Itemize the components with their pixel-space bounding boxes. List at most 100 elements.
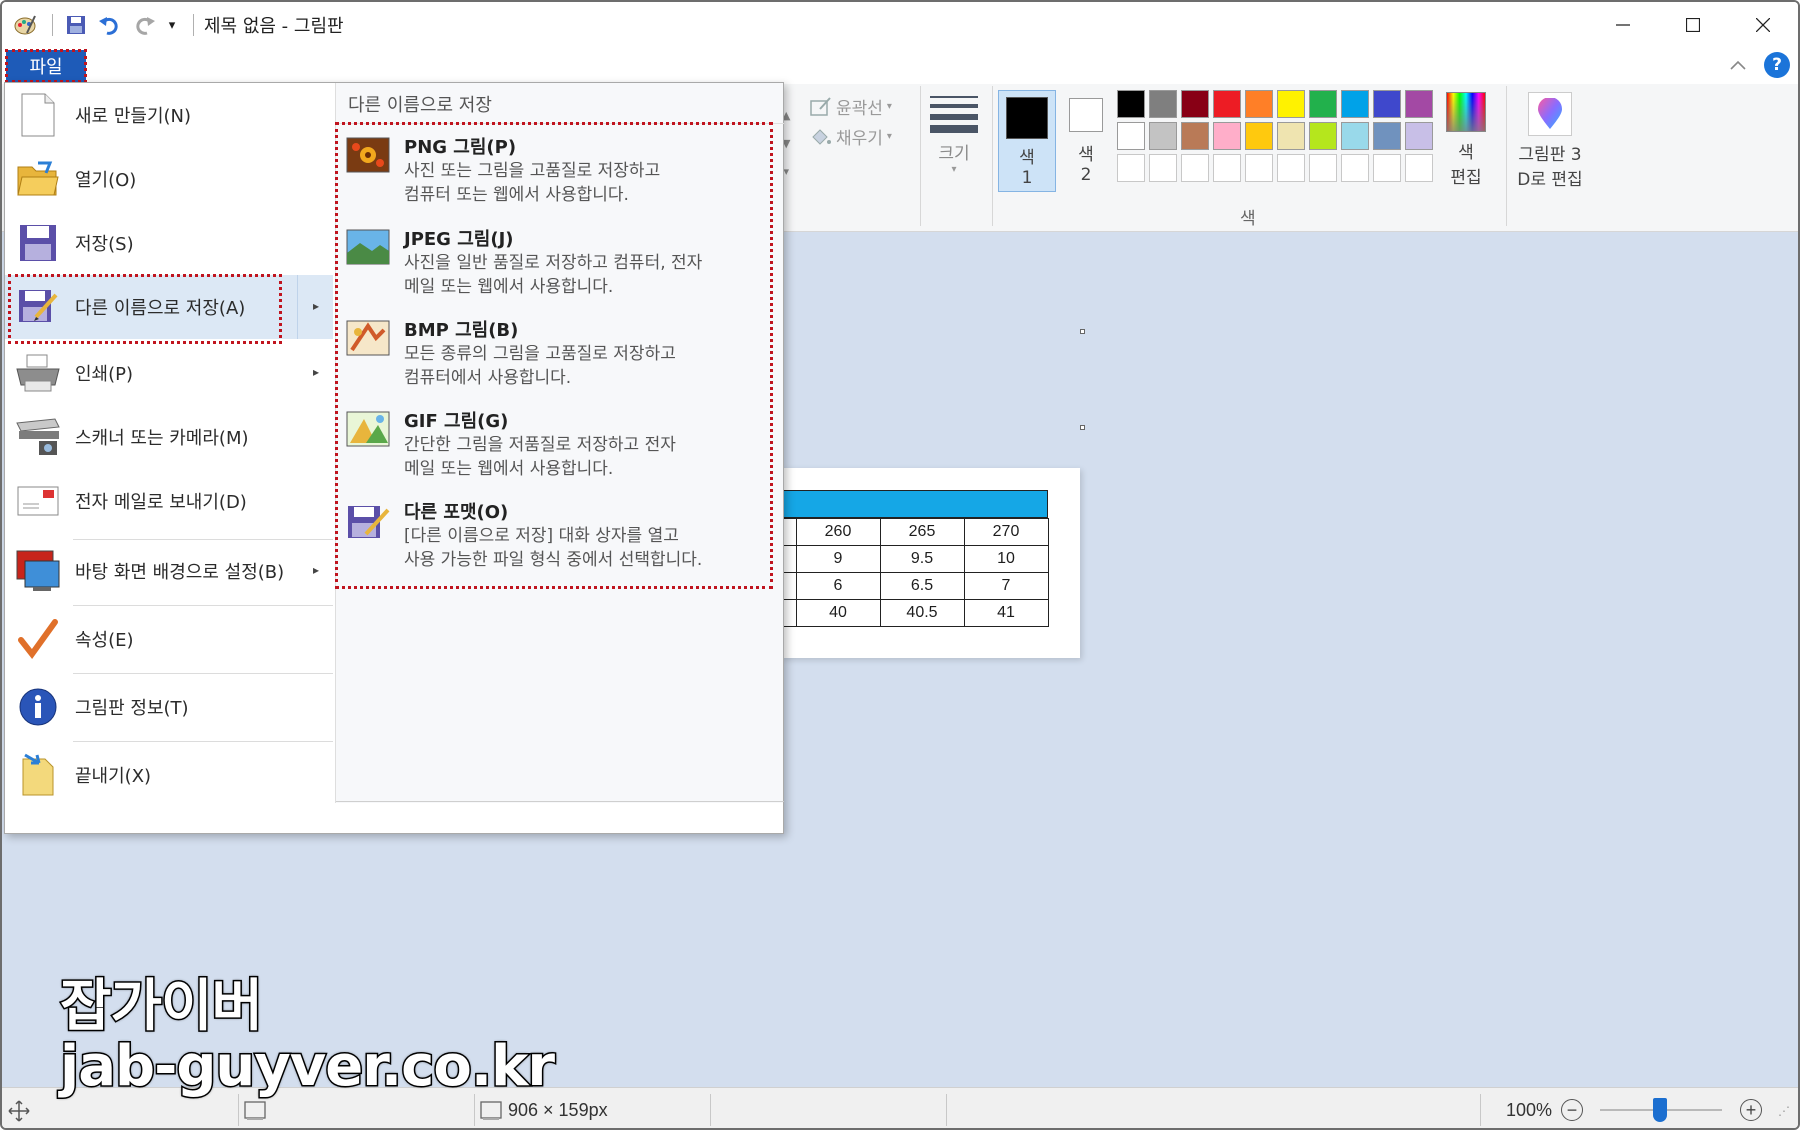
fill-dropdown[interactable]: 채우기 ▾ <box>810 124 892 149</box>
paint-app-icon[interactable] <box>10 10 40 40</box>
palette-swatch[interactable] <box>1117 90 1145 118</box>
submenu-item-title: PNG 그림(P) <box>404 137 517 158</box>
palette-swatch[interactable] <box>1181 122 1209 150</box>
custom-swatch[interactable] <box>1181 154 1209 182</box>
palette-swatch[interactable] <box>1117 122 1145 150</box>
palette-swatch[interactable] <box>1181 90 1209 118</box>
help-icon[interactable]: ? <box>1764 52 1790 78</box>
palette-swatch[interactable] <box>1149 90 1177 118</box>
edit-colors-button[interactable]: 색 편집 <box>1438 92 1494 188</box>
resize-grip-icon[interactable]: ⋰ <box>1778 1088 1790 1128</box>
custom-swatch[interactable] <box>1341 154 1369 182</box>
submenu-item-title: 다른 포맷(O) <box>404 502 509 523</box>
color-2-label-a: 색 <box>1078 145 1094 165</box>
palette-swatch[interactable] <box>1309 122 1337 150</box>
custom-swatch[interactable] <box>1149 154 1177 182</box>
colors-group-label: 색 <box>1240 209 1256 229</box>
menu-item-open[interactable]: 열기(O) <box>5 147 333 211</box>
menu-item-scanner[interactable]: 스캐너 또는 카메라(M) <box>5 405 333 469</box>
custom-swatch[interactable] <box>1277 154 1305 182</box>
canvas-image[interactable]: 260 265 270 9 9.5 10 6 6.5 7 40 40.5 41 <box>782 468 1080 658</box>
ribbon-tab-strip: 파일 ? <box>2 48 1798 84</box>
edit-colors-label-a: 색 <box>1458 143 1474 163</box>
desktop-background-icon <box>11 544 65 598</box>
description-line: 사진 또는 그림을 고품질로 저장하고 <box>404 161 661 181</box>
menu-item-new[interactable]: 새로 만들기(N) <box>5 83 333 147</box>
palette-swatch[interactable] <box>1277 122 1305 150</box>
palette-swatch[interactable] <box>1341 90 1369 118</box>
zoom-in-button[interactable]: + <box>1740 1099 1762 1121</box>
palette-swatch[interactable] <box>1309 90 1337 118</box>
window-controls <box>1588 2 1798 48</box>
custom-swatch[interactable] <box>1373 154 1401 182</box>
cursor-position-icon <box>8 1088 30 1128</box>
save-disk-icon <box>11 216 65 270</box>
checkmark-icon <box>11 612 65 666</box>
description-line: 간단한 그림을 저품질로 저장하고 전자 <box>404 435 676 455</box>
menu-item-save[interactable]: 저장(S) <box>5 211 333 275</box>
menu-item-about[interactable]: 그림판 정보(T) <box>5 675 333 739</box>
palette-swatch[interactable] <box>1373 122 1401 150</box>
zoom-level: 100% <box>1506 1100 1553 1120</box>
customize-qat-button[interactable]: ▾ <box>163 10 181 40</box>
palette-swatch[interactable] <box>1213 122 1241 150</box>
palette-swatch[interactable] <box>1245 90 1273 118</box>
outline-dropdown[interactable]: 윤곽선 ▾ <box>810 94 892 119</box>
palette-swatch[interactable] <box>1405 90 1433 118</box>
menu-item-email[interactable]: 전자 메일로 보내기(D) <box>5 469 333 533</box>
table-cell: 10 <box>963 545 1049 573</box>
zoom-out-button[interactable]: − <box>1561 1099 1583 1121</box>
edit-colors-label-b: 편집 <box>1450 168 1482 188</box>
menu-item-label: 끝내기(X) <box>75 766 152 787</box>
submenu-item-gif[interactable]: GIF 그림(G) 간단한 그림을 저품질로 저장하고 전자 메일 또는 웹에서… <box>346 407 766 495</box>
undo-icon[interactable] <box>95 10 125 40</box>
submenu-item-description: [다른 이름으로 저장] 대화 상자를 열고 사용 가능한 파일 형식 중에서 … <box>404 524 764 572</box>
zoom-slider-thumb[interactable] <box>1653 1098 1667 1122</box>
collapse-ribbon-icon[interactable] <box>1730 60 1746 70</box>
menu-item-exit[interactable]: 끝내기(X) <box>5 743 333 807</box>
maximize-button[interactable] <box>1658 2 1728 48</box>
palette-swatch[interactable] <box>1245 122 1273 150</box>
palette-swatch[interactable] <box>1341 122 1369 150</box>
menu-item-label: 스캐너 또는 카메라(M) <box>75 428 249 449</box>
menu-item-save-as[interactable]: 다른 이름으로 저장(A) ▸ <box>5 274 333 344</box>
edit-with-paint3d-button[interactable]: 그림판 3 D로 편집 <box>1508 92 1592 190</box>
close-button[interactable] <box>1728 2 1798 48</box>
menu-item-print[interactable]: 인쇄(P) ▸ <box>5 341 333 405</box>
redo-icon[interactable] <box>129 10 159 40</box>
menu-item-set-desktop[interactable]: 바탕 화면 배경으로 설정(B) ▸ <box>5 539 333 603</box>
table-cell: 270 <box>963 518 1049 546</box>
color-2-button[interactable]: 색 2 <box>1064 90 1108 185</box>
submenu-arrow-icon: ▸ <box>312 365 319 379</box>
submenu-arrow-icon: ▸ <box>312 299 319 313</box>
palette-swatch[interactable] <box>1405 122 1433 150</box>
other-format-icon <box>346 502 394 550</box>
qat-separator-2 <box>193 14 194 36</box>
submenu-item-bmp[interactable]: BMP 그림(B) 모든 종류의 그림을 고품질로 저장하고 컴퓨터에서 사용합… <box>346 316 766 404</box>
resize-handle-corner[interactable] <box>1080 425 1085 430</box>
submenu-item-jpeg[interactable]: JPEG 그림(J) 사진을 일반 품질로 저장하고 컴퓨터, 전자 메일 또는… <box>346 225 766 313</box>
custom-swatch[interactable] <box>1309 154 1337 182</box>
color-1-label-b: 1 <box>1021 168 1033 188</box>
menu-item-label: 그림판 정보(T) <box>75 698 189 719</box>
palette-swatch[interactable] <box>1149 122 1177 150</box>
palette-swatch[interactable] <box>1277 90 1305 118</box>
save-icon[interactable] <box>61 10 91 40</box>
custom-swatch[interactable] <box>1213 154 1241 182</box>
submenu-item-other-format[interactable]: 다른 포맷(O) [다른 이름으로 저장] 대화 상자를 열고 사용 가능한 파… <box>346 498 766 586</box>
tab-file[interactable]: 파일 <box>5 49 87 83</box>
resize-handle-right[interactable] <box>1080 329 1085 334</box>
submenu-item-png[interactable]: PNG 그림(P) 사진 또는 그림을 고품질로 저장하고 컴퓨터 또는 웹에서… <box>346 133 766 221</box>
status-divider <box>1480 1094 1481 1126</box>
custom-swatch[interactable] <box>1117 154 1145 182</box>
palette-swatch[interactable] <box>1373 90 1401 118</box>
custom-swatch[interactable] <box>1405 154 1433 182</box>
size-dropdown[interactable]: 크기 ▾ <box>930 94 978 175</box>
color-1-button[interactable]: 색 1 <box>998 90 1056 192</box>
palette-swatch[interactable] <box>1213 90 1241 118</box>
minimize-button[interactable] <box>1588 2 1658 48</box>
menu-item-label: 인쇄(P) <box>75 364 134 385</box>
window-title: 제목 없음 - 그림판 <box>204 16 344 37</box>
custom-swatch[interactable] <box>1245 154 1273 182</box>
menu-item-properties[interactable]: 속성(E) <box>5 607 333 671</box>
